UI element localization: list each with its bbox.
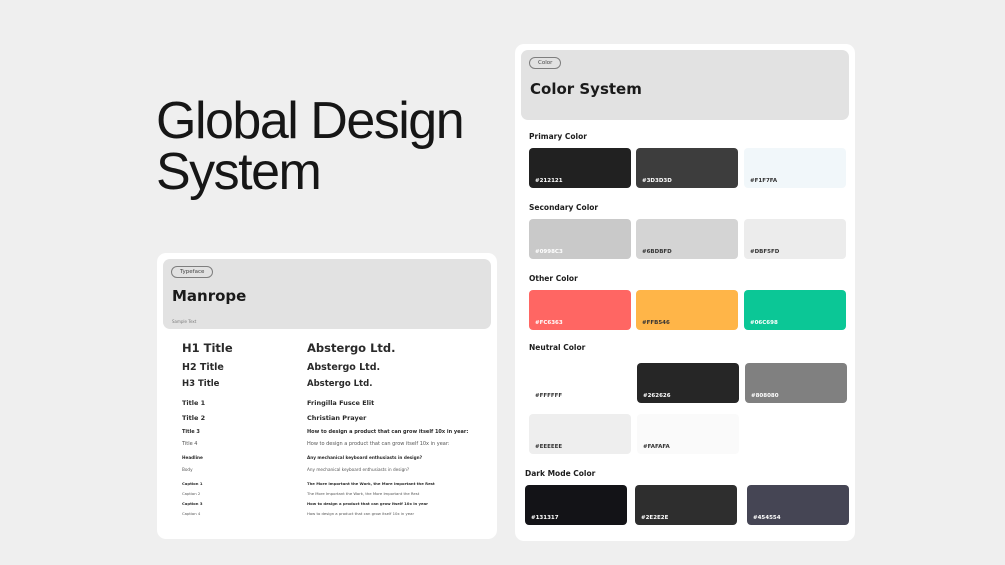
type-style-sample: Abstergo Ltd.: [307, 362, 381, 373]
other-color-swatch[interactable]: #FC6363: [529, 290, 631, 330]
color-hex-label: #454554: [753, 515, 781, 521]
type-style-sample: Abstergo Ltd.: [307, 341, 396, 355]
color-hex-label: #06C698: [750, 320, 778, 326]
color-hex-label: #0998C3: [535, 249, 563, 255]
neutral-color-swatch[interactable]: #FAFAFA: [637, 414, 739, 454]
type-style-label: Caption 3: [182, 501, 203, 506]
color-hex-label: #3D3D3D: [642, 178, 672, 184]
primary-color-label: Primary Color: [529, 132, 587, 141]
color-hex-label: #F1F7FA: [750, 178, 778, 184]
type-style-label: Headline: [182, 455, 203, 460]
type-style-label: Body: [182, 467, 193, 472]
typography-card: Typeface Manrope Sample Text H1 Title Abs…: [157, 253, 497, 539]
color-hex-label: #131317: [531, 515, 559, 521]
color-hex-label: #FC6363: [535, 320, 563, 326]
type-style-label: Caption 4: [182, 511, 201, 516]
neutral-color-swatch[interactable]: #EEEEEE: [529, 414, 631, 454]
neutral-color-swatch[interactable]: #FFFFFF: [529, 363, 631, 403]
color-hex-label: #808080: [751, 393, 779, 399]
type-style-label: H3 Title: [182, 379, 220, 389]
dark-color-swatch[interactable]: #454554: [747, 485, 849, 525]
type-style-sample: How to design a product that can grow it…: [307, 429, 469, 435]
type-style-label: Caption 1: [182, 481, 203, 486]
color-hex-label: #DBF5FD: [750, 249, 780, 255]
typeface-tag[interactable]: Typeface: [171, 266, 214, 278]
color-hex-label: #262626: [643, 393, 671, 399]
type-style-label: Title 4: [182, 441, 198, 447]
dark-color-swatch[interactable]: #2E2E2E: [635, 485, 737, 525]
primary-color-swatch[interactable]: #3D3D3D: [636, 148, 738, 188]
type-style-sample: Any mechanical keyboard enthusiasts in d…: [307, 455, 423, 460]
color-hex-label: #FFFFFF: [535, 393, 563, 399]
type-style-sample: The More Important the Work, the More Im…: [307, 481, 435, 486]
color-tag[interactable]: Color: [529, 57, 562, 69]
color-header: Color Color System: [521, 50, 849, 120]
secondary-color-label: Secondary Color: [529, 203, 599, 212]
neutral-color-label: Neutral Color: [529, 343, 586, 352]
type-style-sample: Any mechanical keyboard enthusiasts in d…: [307, 467, 410, 472]
color-hex-label: #6BDBFD: [642, 249, 672, 255]
primary-color-swatch[interactable]: #F1F7FA: [744, 148, 846, 188]
sample-caption: Sample Text: [172, 319, 197, 324]
color-hex-label: #FFB546: [642, 320, 670, 326]
dark-color-swatch[interactable]: #131317: [525, 485, 627, 525]
secondary-color-swatch[interactable]: #0998C3: [529, 219, 631, 259]
type-style-label: Title 2: [182, 414, 206, 422]
neutral-color-swatch[interactable]: #808080: [745, 363, 847, 403]
type-style-sample: How to design a product that can grow it…: [307, 501, 429, 506]
type-style-label: Title 1: [182, 399, 206, 407]
color-system-title: Color System: [530, 80, 642, 98]
typography-header: Typeface Manrope Sample Text: [163, 259, 491, 329]
dark-color-label: Dark Mode Color: [525, 469, 596, 478]
secondary-color-swatch[interactable]: #DBF5FD: [744, 219, 846, 259]
secondary-color-swatch[interactable]: #6BDBFD: [636, 219, 738, 259]
type-style-sample: How to design a product that can grow it…: [307, 511, 415, 516]
primary-color-swatch[interactable]: #212121: [529, 148, 631, 188]
type-style-label: Title 3: [182, 429, 200, 435]
type-style-sample: How to design a product that can grow it…: [307, 441, 450, 447]
type-style-sample: The More Important the Work, the More Im…: [307, 491, 420, 496]
color-hex-label: #EEEEEE: [535, 444, 563, 450]
type-style-label: H1 Title: [182, 341, 233, 355]
color-system-card: Color Color System Primary Color #212121 #…: [515, 44, 855, 541]
type-style-sample: Christian Prayer: [307, 414, 367, 422]
design-system-board: Global Design System Typeface Manrope Sa…: [0, 0, 1005, 565]
hero-title: Global Design System: [156, 92, 465, 201]
type-style-label: Caption 2: [182, 491, 201, 496]
other-color-swatch[interactable]: #FFB546: [636, 290, 738, 330]
other-color-swatch[interactable]: #06C698: [744, 290, 846, 330]
type-style-sample: Abstergo Ltd.: [307, 379, 373, 389]
type-style-label: H2 Title: [182, 362, 224, 373]
color-hex-label: #FAFAFA: [643, 444, 670, 450]
font-family-name: Manrope: [172, 287, 247, 305]
color-hex-label: #212121: [535, 178, 563, 184]
color-hex-label: #2E2E2E: [641, 515, 669, 521]
type-style-sample: Fringilla Fusce Elit: [307, 399, 375, 407]
neutral-color-swatch[interactable]: #262626: [637, 363, 739, 403]
other-color-label: Other Color: [529, 274, 578, 283]
